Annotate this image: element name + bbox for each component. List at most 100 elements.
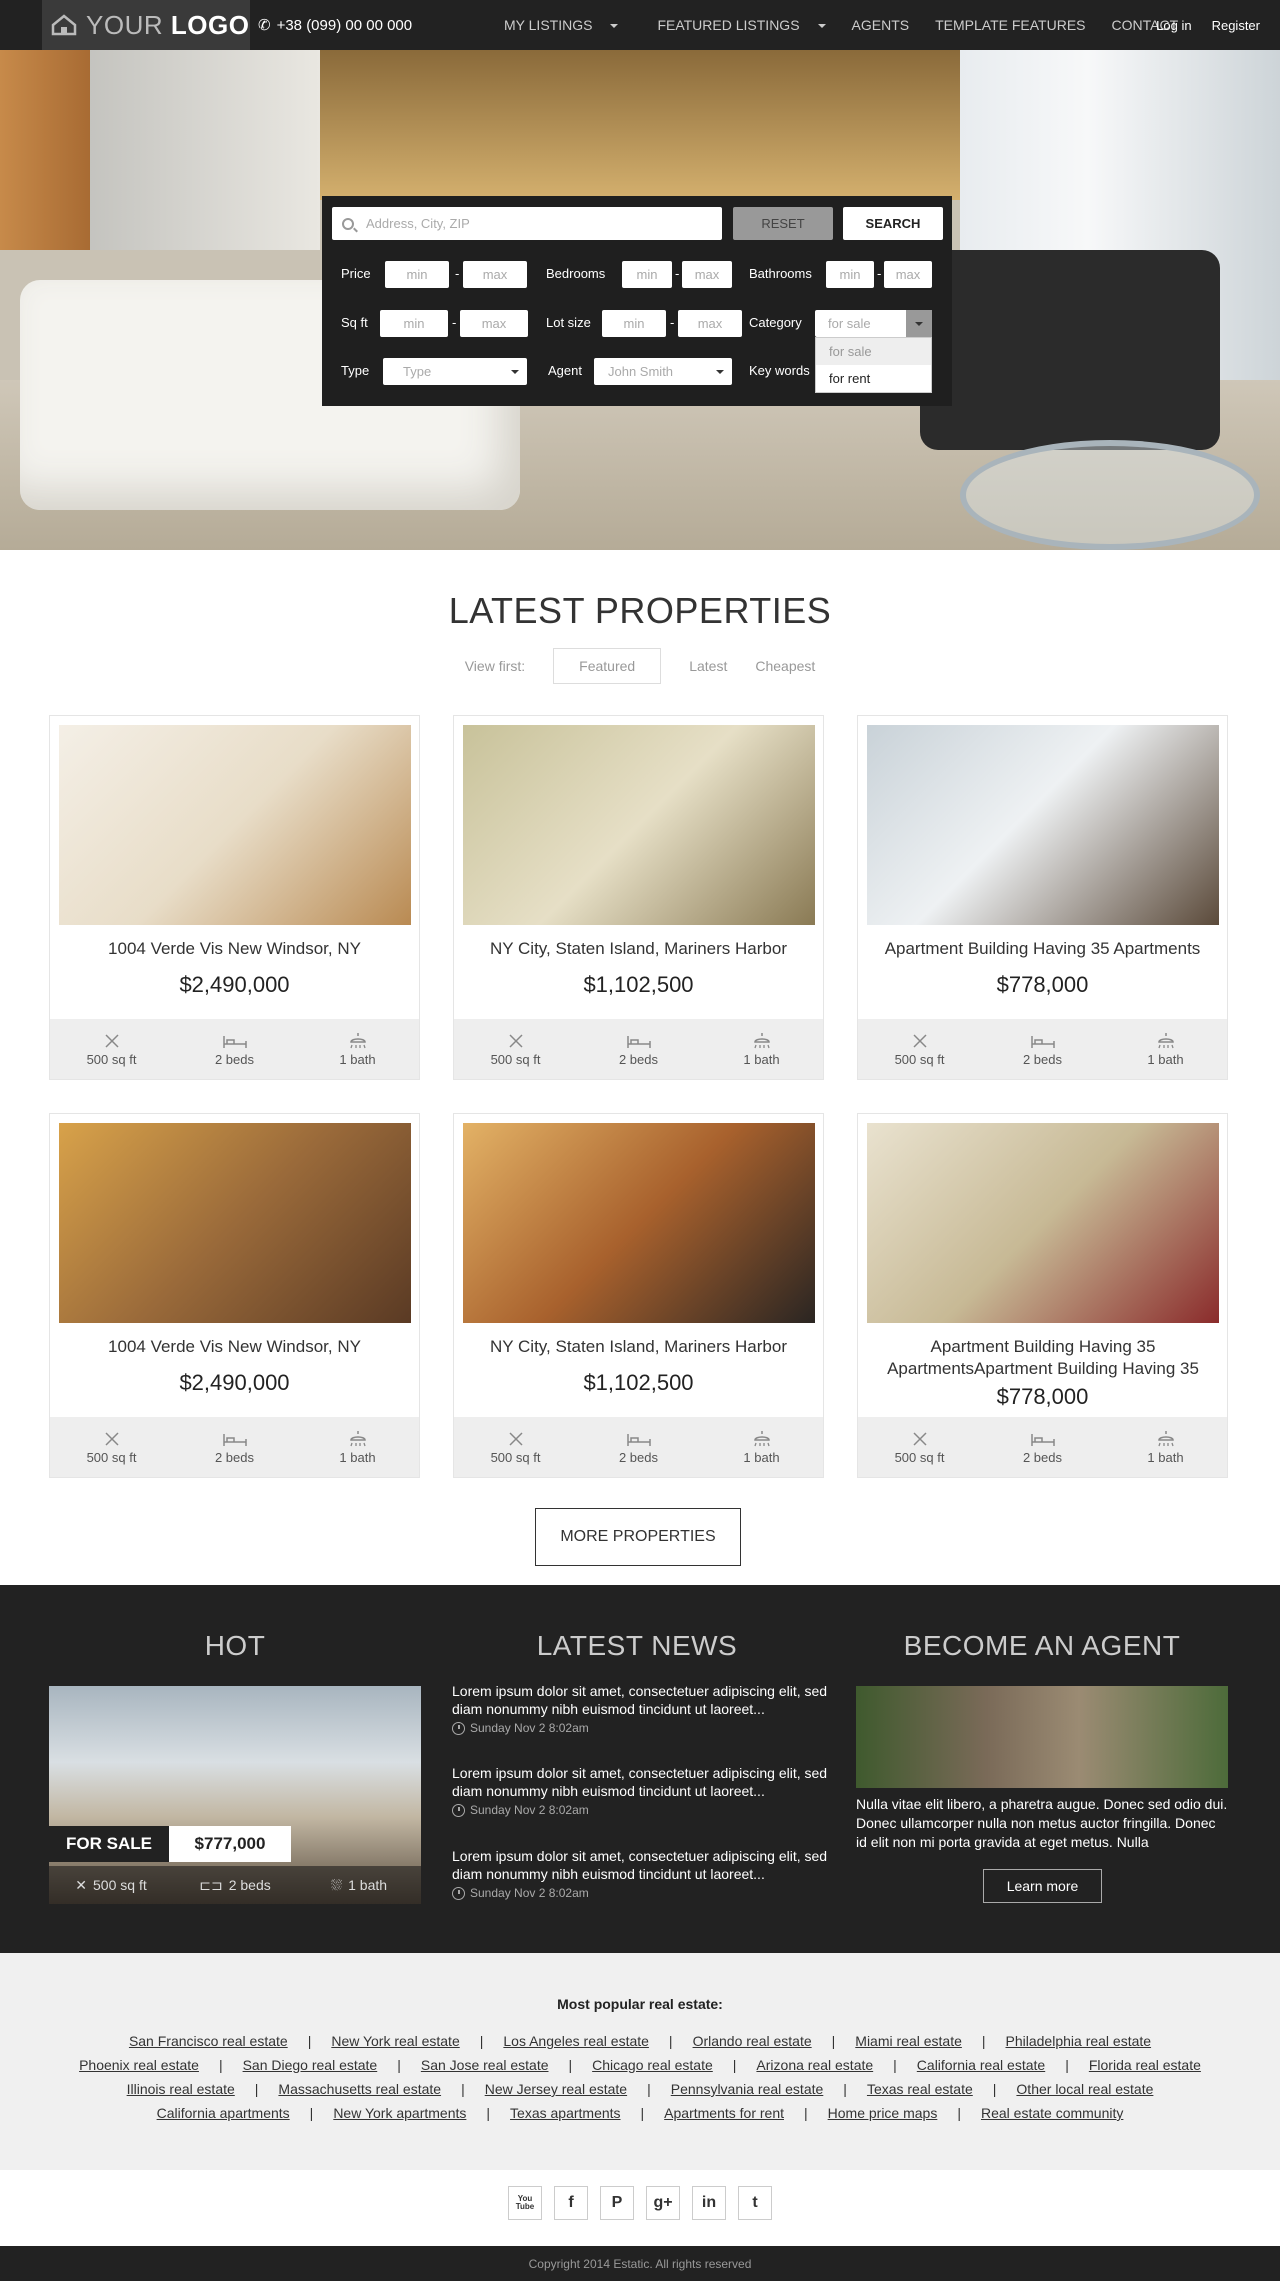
news-text[interactable]: Lorem ipsum dolor sit amet, consectetuer… — [452, 1847, 832, 1883]
popular-link[interactable]: Phoenix real estate — [79, 2057, 199, 2073]
popular-link[interactable]: Chicago real estate — [592, 2057, 713, 2073]
agent-select[interactable]: John Smith — [594, 358, 732, 385]
property-image[interactable] — [59, 725, 411, 925]
property-image[interactable] — [867, 725, 1219, 925]
property-features: 500 sq ft 2 beds 1 bath — [454, 1417, 823, 1477]
category-option-for-rent[interactable]: for rent — [816, 365, 931, 392]
popular-link[interactable]: New York apartments — [333, 2105, 466, 2121]
dash: - — [675, 266, 680, 281]
property-title[interactable]: 1004 Verde Vis New Windsor, NY — [50, 938, 419, 960]
popular-link[interactable]: Illinois real estate — [127, 2081, 235, 2097]
price-max-input[interactable]: max — [463, 261, 527, 288]
tumblr-icon[interactable]: t — [738, 2186, 772, 2220]
property-title[interactable]: NY City, Staten Island, Mariners Harbor — [454, 1336, 823, 1358]
bedrooms-min-input[interactable]: min — [622, 261, 672, 288]
popular-link[interactable]: San Jose real estate — [421, 2057, 549, 2073]
property-image[interactable] — [463, 1123, 815, 1323]
caret-down-icon — [610, 24, 619, 29]
tab-featured[interactable]: Featured — [553, 648, 662, 684]
property-card[interactable]: NY City, Staten Island, Mariners Harbor $… — [453, 1113, 824, 1478]
popular-title: Most popular real estate: — [557, 1996, 723, 2012]
popular-link[interactable]: New York real estate — [331, 2033, 459, 2049]
property-title[interactable]: 1004 Verde Vis New Windsor, NY — [50, 1336, 419, 1358]
lot-min-input[interactable]: min — [602, 310, 666, 337]
google-plus-icon[interactable]: g+ — [646, 2186, 680, 2220]
login-link[interactable]: Log in — [1156, 18, 1191, 33]
link-separator: | — [461, 2081, 465, 2097]
popular-link[interactable]: New Jersey real estate — [485, 2081, 627, 2097]
popular-link[interactable]: Arizona real estate — [756, 2057, 873, 2073]
logo[interactable]: YOUR LOGO — [42, 0, 250, 50]
property-image[interactable] — [59, 1123, 411, 1323]
type-select[interactable]: Type — [383, 358, 527, 385]
popular-link[interactable]: Florida real estate — [1089, 2057, 1201, 2073]
property-title[interactable]: Apartment Building Having 35 ApartmentsA… — [873, 1336, 1213, 1380]
popular-link[interactable]: Massachusetts real estate — [278, 2081, 441, 2097]
nav-template-features[interactable]: TEMPLATE FEATURES — [935, 17, 1085, 33]
property-card[interactable]: 1004 Verde Vis New Windsor, NY $2,490,000… — [49, 715, 420, 1080]
property-title[interactable]: NY City, Staten Island, Mariners Harbor — [454, 938, 823, 960]
popular-link[interactable]: San Diego real estate — [243, 2057, 378, 2073]
lot-max-input[interactable]: max — [678, 310, 742, 337]
feature-bath: 1 bath — [700, 1417, 823, 1477]
popular-link[interactable]: Texas apartments — [510, 2105, 621, 2121]
popular-link[interactable]: Texas real estate — [867, 2081, 973, 2097]
reset-button[interactable]: RESET — [733, 207, 833, 240]
property-card[interactable]: 1004 Verde Vis New Windsor, NY $2,490,000… — [49, 1113, 420, 1478]
register-link[interactable]: Register — [1212, 18, 1260, 33]
feature-sqft: 500 sq ft — [50, 1417, 173, 1477]
property-card[interactable]: Apartment Building Having 35 ApartmentsA… — [857, 1113, 1228, 1478]
sqft-min-input[interactable]: min — [380, 310, 448, 337]
dropdown-arrow-icon[interactable] — [906, 310, 932, 337]
bed-icon — [981, 1027, 1104, 1048]
property-image[interactable] — [867, 1123, 1219, 1323]
more-properties-button[interactable]: MORE PROPERTIES — [535, 1508, 741, 1566]
popular-link[interactable]: Home price maps — [828, 2105, 938, 2121]
bathrooms-label: Bathrooms — [749, 266, 812, 281]
learn-more-button[interactable]: Learn more — [983, 1869, 1102, 1903]
price-min-input[interactable]: min — [385, 261, 449, 288]
news-text[interactable]: Lorem ipsum dolor sit amet, consectetuer… — [452, 1682, 832, 1718]
popular-link[interactable]: Pennsylvania real estate — [671, 2081, 824, 2097]
link-separator: | — [218, 2057, 223, 2073]
link-separator: | — [831, 2033, 836, 2049]
popular-link[interactable]: Miami real estate — [855, 2033, 962, 2049]
property-card[interactable]: Apartment Building Having 35 Apartments $… — [857, 715, 1228, 1080]
popular-link[interactable]: Real estate community — [981, 2105, 1123, 2121]
tab-latest[interactable]: Latest — [689, 658, 727, 674]
bedrooms-label: Bedrooms — [546, 266, 606, 281]
news-text[interactable]: Lorem ipsum dolor sit amet, consectetuer… — [452, 1764, 832, 1800]
youtube-icon[interactable]: You Tube — [508, 2186, 542, 2220]
search-button[interactable]: SEARCH — [843, 207, 943, 240]
popular-link[interactable]: California real estate — [917, 2057, 1045, 2073]
category-option-for-sale[interactable]: for sale — [816, 338, 931, 365]
tab-cheapest[interactable]: Cheapest — [755, 658, 815, 674]
popular-link[interactable]: Los Angeles real estate — [503, 2033, 649, 2049]
bathrooms-min-input[interactable]: min — [826, 261, 874, 288]
news-item[interactable]: Lorem ipsum dolor sit amet, consectetuer… — [452, 1682, 832, 1735]
bathrooms-max-input[interactable]: max — [884, 261, 932, 288]
sqft-max-input[interactable]: max — [460, 310, 528, 337]
popular-link[interactable]: Apartments for rent — [664, 2105, 784, 2121]
popular-link[interactable]: Other local real estate — [1016, 2081, 1153, 2097]
popular-link[interactable]: Philadelphia real estate — [1006, 2033, 1152, 2049]
news-item[interactable]: Lorem ipsum dolor sit amet, consectetuer… — [452, 1847, 832, 1900]
popular-link[interactable]: Orlando real estate — [693, 2033, 812, 2049]
news-item[interactable]: Lorem ipsum dolor sit amet, consectetuer… — [452, 1764, 832, 1817]
nav-agents[interactable]: AGENTS — [852, 17, 910, 33]
area-icon — [454, 1425, 577, 1446]
facebook-icon[interactable]: f — [554, 2186, 588, 2220]
popular-link[interactable]: San Francisco real estate — [129, 2033, 288, 2049]
property-title[interactable]: Apartment Building Having 35 Apartments — [858, 938, 1227, 960]
category-select[interactable]: for sale — [815, 310, 932, 337]
property-card[interactable]: NY City, Staten Island, Mariners Harbor $… — [453, 715, 824, 1080]
address-search-input[interactable]: Address, City, ZIP — [332, 207, 722, 240]
nav-my-listings[interactable]: MY LISTINGS — [491, 17, 619, 33]
pinterest-icon[interactable]: P — [600, 2186, 634, 2220]
property-image[interactable] — [463, 725, 815, 925]
bedrooms-max-input[interactable]: max — [682, 261, 732, 288]
nav-featured-listings[interactable]: FEATURED LISTINGS — [644, 17, 826, 33]
linkedin-icon[interactable]: in — [692, 2186, 726, 2220]
popular-link[interactable]: California apartments — [157, 2105, 290, 2121]
agent-image — [856, 1686, 1228, 1788]
